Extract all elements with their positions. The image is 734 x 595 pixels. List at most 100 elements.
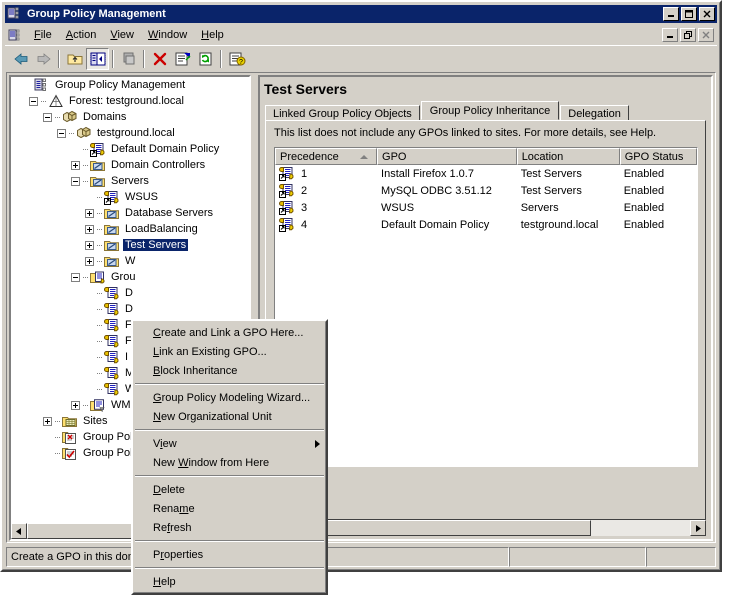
expand-node-icon[interactable] [71, 400, 80, 410]
tree-item-domains[interactable]: Domains [11, 109, 235, 125]
copy-button[interactable] [117, 48, 140, 70]
column-header-precedence[interactable]: Precedence [275, 148, 378, 165]
collapse-node-icon[interactable] [43, 112, 52, 122]
tree-item-w[interactable]: W [11, 253, 235, 269]
menu-separator [135, 475, 324, 477]
child-close-button[interactable] [698, 28, 714, 42]
menu-action[interactable]: Action [59, 27, 104, 43]
results-hscroll-track[interactable] [281, 520, 690, 536]
forward-button[interactable] [32, 48, 55, 70]
table-row[interactable]: 3 WSUS Servers Enabled [275, 199, 697, 216]
tree-item-domain-controllers[interactable]: Domain Controllers [11, 157, 235, 173]
table-row[interactable]: 2 MySQL ODBC 3.51.12 Test Servers Enabled [275, 182, 697, 199]
close-button[interactable] [699, 7, 715, 21]
child-minimize-button[interactable] [662, 28, 678, 42]
show-hide-console-tree-button[interactable] [86, 47, 109, 70]
gpo-icon [104, 318, 120, 333]
tree-item-database-servers[interactable]: Database Servers [11, 205, 235, 221]
client-area: Group Policy Management Forest: testgroun… [6, 72, 716, 595]
menu-file[interactable]: File [27, 27, 59, 43]
up-one-level-button[interactable] [63, 48, 86, 70]
back-button[interactable] [9, 48, 32, 70]
inheritance-list[interactable]: Precedence GPO Location GPO Status 1 Ins… [274, 147, 698, 467]
child-window-icon[interactable] [8, 27, 24, 43]
menu-file-label: File [34, 29, 52, 41]
delete-button[interactable] [148, 48, 171, 70]
tree-item-wsus[interactable]: WSUS [11, 189, 235, 205]
tab-label: Delegation [568, 107, 621, 120]
menu-help[interactable]: Help [194, 27, 231, 43]
tree-item-group-policy-management[interactable]: Group Policy Management [11, 77, 235, 93]
tree-connector [97, 212, 103, 214]
menu-window-label: Window [148, 29, 188, 41]
tab-group-policy-inheritance[interactable]: Group Policy Inheritance [420, 101, 560, 120]
expand-node-icon[interactable] [85, 224, 94, 234]
app-icon[interactable] [7, 6, 23, 22]
collapse-node-icon[interactable] [71, 272, 80, 282]
menu-action-label: Action [65, 29, 97, 41]
menu-item-create-and-link-a-gpo-here[interactable]: Create and Link a GPO Here... [133, 323, 326, 342]
column-header-location[interactable]: Location [516, 148, 620, 165]
minimize-button[interactable] [663, 7, 679, 21]
menu-item-label: Properties [153, 548, 204, 561]
refresh-button[interactable] [194, 48, 217, 70]
cell-gpo-status-value: Enabled [623, 184, 665, 197]
child-restore-button[interactable] [680, 28, 696, 42]
menu-view[interactable]: View [103, 27, 141, 43]
menu-item-block-inheritance[interactable]: Block Inheritance [133, 361, 326, 380]
tree-item-default-domain-policy[interactable]: Default Domain Policy [11, 141, 235, 157]
tree-item-forest-testground-local[interactable]: Forest: testground.local [11, 93, 235, 109]
collapse-node-icon[interactable] [29, 96, 38, 106]
svg-text:?: ? [239, 59, 243, 66]
collapse-node-icon[interactable] [71, 176, 80, 186]
tree-item-d[interactable]: D [11, 301, 235, 317]
application-window: Group Policy Management File Action View… [0, 0, 722, 595]
help-button[interactable]: ? [225, 48, 248, 70]
tree-item-testground-local[interactable]: testground.local [11, 125, 235, 141]
menu-item-new-organizational-unit[interactable]: New Organizational Unit [133, 407, 326, 426]
tree-item-grou[interactable]: Grou [11, 269, 235, 285]
results-hscroll-right-button[interactable] [690, 520, 706, 536]
expand-node-icon[interactable] [85, 240, 94, 250]
table-row[interactable]: 4 Default Domain Policy testground.local En… [275, 216, 697, 233]
column-header-gpo[interactable]: GPO [377, 148, 517, 165]
menu-item-label: Rename [153, 502, 195, 515]
tree-item-servers[interactable]: Servers [11, 173, 235, 189]
gpo-icon [104, 350, 120, 365]
menu-item-label: View [153, 437, 177, 450]
expand-node-icon[interactable] [85, 208, 94, 218]
gpo-link-icon [279, 183, 295, 198]
precedence-value: 4 [301, 218, 308, 231]
window-shadow-right [722, 6, 734, 582]
menu-item-link-an-existing-gpo[interactable]: Link an Existing GPO... [133, 342, 326, 361]
cell-gpo: MySQL ODBC 3.51.12 [377, 185, 517, 197]
table-row[interactable]: 1 Install Firefox 1.0.7 Test Servers Enable… [275, 165, 697, 182]
menu-item-properties[interactable]: Properties [133, 545, 326, 564]
context-menu[interactable]: Create and Link a GPO Here... Link an Exi… [131, 319, 328, 595]
tree-connector [97, 196, 103, 198]
ou-icon [104, 206, 120, 221]
menu-item-refresh[interactable]: Refresh [133, 518, 326, 537]
tree-item-test-servers[interactable]: Test Servers [11, 237, 235, 253]
gpo-icon [104, 382, 120, 397]
tree-item-loadbalancing[interactable]: LoadBalancing [11, 221, 235, 237]
menu-item-rename[interactable]: Rename [133, 499, 326, 518]
properties-button[interactable] [171, 48, 194, 70]
tree-connector [83, 276, 89, 278]
menu-item-group-policy-modeling-wizard[interactable]: Group Policy Modeling Wizard... [133, 388, 326, 407]
column-header-gpo-status[interactable]: GPO Status [619, 148, 697, 165]
collapse-node-icon[interactable] [57, 128, 66, 138]
menu-window[interactable]: Window [141, 27, 194, 43]
maximize-button[interactable] [681, 7, 697, 21]
menu-item-view[interactable]: View [133, 434, 326, 453]
expand-node-icon[interactable] [43, 416, 52, 426]
tree-hscroll-left-button[interactable] [11, 523, 27, 539]
expand-node-icon[interactable] [71, 160, 80, 170]
tree-item-label: W [125, 255, 136, 267]
menu-item-new-window-from-here[interactable]: New Window from Here [133, 453, 326, 472]
expand-node-icon[interactable] [85, 256, 94, 266]
tree-item-d[interactable]: D [11, 285, 235, 301]
menu-item-delete[interactable]: Delete [133, 480, 326, 499]
tree-connector [83, 164, 89, 166]
results-hscrollbar[interactable] [265, 520, 706, 536]
